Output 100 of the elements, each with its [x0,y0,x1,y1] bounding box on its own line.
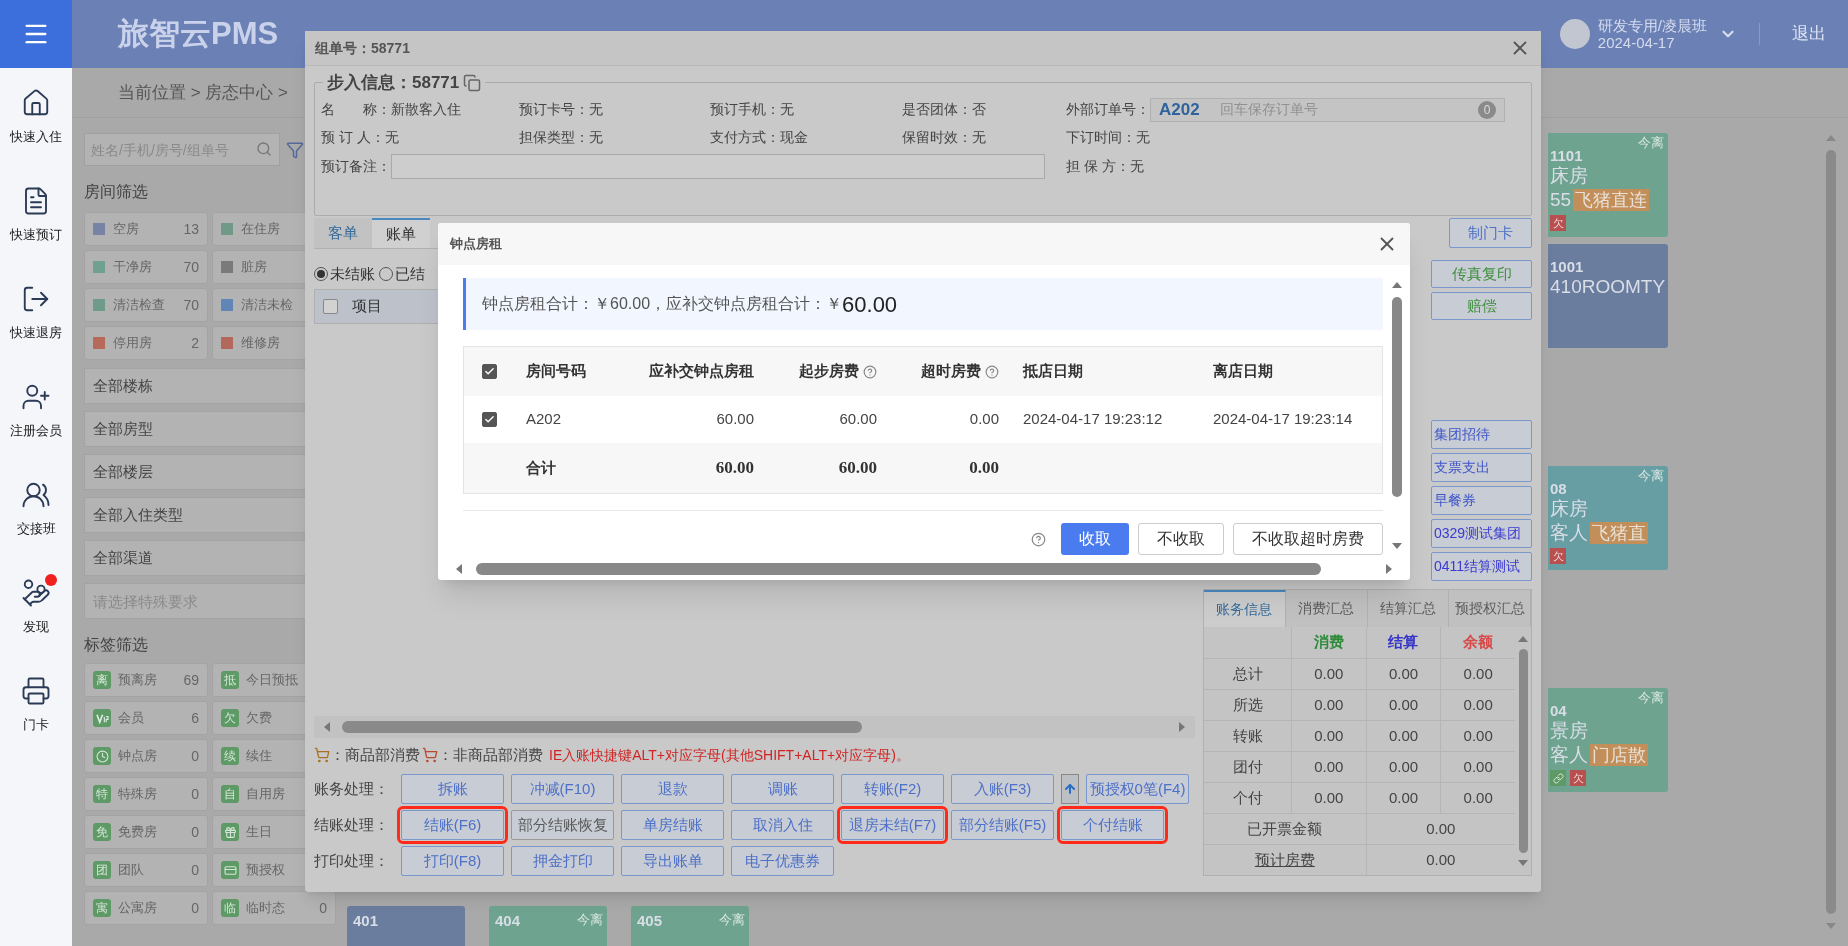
sidebar-item[interactable]: 快速入住 [0,68,72,166]
room-status-filter[interactable]: 干净房 70 [84,250,208,284]
tab[interactable]: 消费汇总 [1285,590,1368,627]
logout-link[interactable]: 退出 [1792,21,1826,47]
action-button[interactable]: 入账(F3) [951,774,1054,804]
action-button[interactable]: 打印(F8) [401,846,504,876]
table-cell: 0.00 [1365,844,1515,875]
arrow-up-button[interactable] [1061,774,1079,804]
user-name: 研发专用/凌晨班 [1597,17,1707,34]
sidebar-item[interactable]: 快速预订 [0,166,72,264]
search-icon[interactable] [256,141,272,157]
scroll-right-icon[interactable] [1177,721,1187,733]
table-cell-text: 2024-04-17 19:23:14 [1213,409,1353,430]
room-tile[interactable]: 今离 08 床房 客人 飞猪直 欠 [1548,466,1668,570]
action-button[interactable]: 电子优惠券 [731,846,834,876]
side-button[interactable]: 0411结算测试 [1431,552,1532,581]
action-button[interactable]: 调账 [731,774,834,804]
tab[interactable]: 客单 [314,218,372,248]
scroll-left-icon[interactable] [322,721,332,733]
room-status-filter[interactable]: 清洁检查 70 [84,288,208,322]
house-icon [21,87,51,118]
vip-icon [93,709,111,727]
help-icon[interactable] [863,364,877,379]
sidebar-item[interactable]: 快速退房 [0,264,72,362]
action-button[interactable]: 拆账 [401,774,504,804]
room-tile[interactable]: 405 今离 [631,906,749,946]
tag-filter[interactable]: 离 预离房 69 [84,663,208,697]
action-button[interactable]: 部分结账(F5) [951,810,1054,840]
tab[interactable]: 预授权汇总 [1449,590,1531,627]
channel-tag: 飞猪直连 [1573,189,1650,211]
copy-icon[interactable] [463,73,482,92]
tag-filter[interactable]: 寓 公寓房 0 [84,891,208,925]
room-status-filter[interactable]: 空房 13 [84,212,208,246]
help-icon[interactable] [1031,531,1046,547]
tab[interactable]: 结算汇总 [1367,590,1450,627]
side-button[interactable]: 集团招待 [1431,420,1532,449]
count: 6 [191,708,199,728]
room-number: 1101 [1550,147,1584,164]
room-tile[interactable]: 今离 04 景房 客人 门店散 欠 [1548,688,1668,792]
radio-option[interactable]: 已结 [379,262,425,286]
tag-filter[interactable]: 会员 6 [84,701,208,735]
sidebar-item[interactable]: 注册会员 [0,362,72,460]
room-tile[interactable]: 今离 1101 床房 55 飞猪直连 欠 [1548,133,1668,237]
room-status-filter[interactable]: 停用房 2 [84,326,208,360]
filter-icon[interactable] [286,140,304,159]
action-button[interactable]: 单房结账 [621,810,724,840]
count: 2 [191,333,199,353]
sidebar-item[interactable]: 门卡 [0,656,72,754]
side-button[interactable]: 0329测试集团 [1431,519,1532,548]
dialog-button[interactable]: 不收取 [1138,523,1224,555]
room-tile[interactable]: 401 [347,906,465,946]
room-type: 410ROOMTY [1550,275,1666,299]
table-cell-text: 60.00 [716,409,754,430]
checkbox[interactable] [481,364,497,379]
action-button[interactable]: 押金打印 [511,846,614,876]
room-tile[interactable]: 404 今离 [489,906,607,946]
tag-filter[interactable]: 特 特殊房 0 [84,777,208,811]
action-button[interactable]: 预授权0笔(F4) [1086,774,1189,804]
scroll-left-icon[interactable] [454,563,464,575]
tag-filter[interactable]: 钟点房 0 [84,739,208,773]
field-label: 外部订单号： [1066,100,1150,119]
card-icon [221,861,239,879]
tab[interactable]: 账单 [372,218,430,248]
column-header: 抵店日期 [1023,361,1083,382]
action-button[interactable]: 退款 [621,774,724,804]
guest-name: 客人 [1550,743,1588,767]
room-tile[interactable]: 1001 410ROOMTY [1548,244,1668,348]
menu-button[interactable] [0,0,72,68]
action-button[interactable]: 转账(F2) [841,774,944,804]
count: 70 [183,257,199,277]
tag-filter[interactable]: 临 临时态 0 [212,891,336,925]
sidebar-item[interactable]: 交接班 [0,460,72,558]
dialog-button[interactable]: 不收取超时房费 [1233,523,1383,555]
action-button[interactable]: 冲减(F10) [511,774,614,804]
column-header: 应补交钟点房租 [649,361,754,382]
horizontal-scrollbar[interactable] [314,716,1195,738]
dialog-button[interactable]: 收取 [1061,523,1129,555]
door-card-button[interactable]: 制门卡 [1449,218,1532,248]
scroll-right-icon[interactable] [1384,563,1394,575]
checkbox[interactable] [323,299,338,314]
side-button[interactable]: 支票支出 [1431,453,1532,482]
checkbox[interactable] [481,412,497,427]
side-button[interactable]: 早餐券 [1431,486,1532,515]
tag-filter[interactable]: 免 免费房 0 [84,815,208,849]
action-button[interactable]: 取消入住 [731,810,834,840]
side-button[interactable]: 传真复印 [1431,260,1532,288]
side-button[interactable]: 赔偿 [1431,292,1532,320]
section-title: 标签筛选 [84,635,149,655]
action-button[interactable]: 导出账单 [621,846,724,876]
help-icon[interactable] [985,364,999,379]
summary-link[interactable]: 预计房费 [1254,848,1315,872]
tab[interactable]: 账务信息 [1204,590,1286,627]
status-label: 今离 [1637,467,1665,485]
table-cell: 0.00 [1291,689,1366,720]
sidebar-item[interactable]: 发现 [0,558,72,656]
tag-filter[interactable]: 团 团队 0 [84,853,208,887]
count: 0 [191,746,199,766]
room-type: 景房 [1550,719,1589,743]
remark-field[interactable] [391,154,1045,179]
summary-amount: 60.00 [842,290,898,319]
